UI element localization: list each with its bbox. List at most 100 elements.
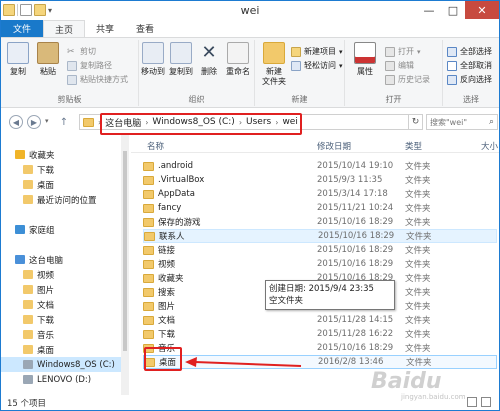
file-type: 文件夹: [405, 288, 431, 298]
file-type: 文件夹: [405, 316, 431, 326]
edit-button[interactable]: 编辑: [385, 60, 414, 71]
file-name: fancy: [158, 203, 182, 213]
easy-access-button[interactable]: 轻松访问 ▾: [291, 60, 343, 71]
folder-icon: [23, 180, 33, 189]
maximize-button[interactable]: □: [441, 1, 465, 19]
forward-button[interactable]: ▶: [27, 115, 41, 129]
ribbon-tabs: 文件 主页 共享 查看: [1, 20, 499, 38]
navigation-pane: 收藏夹 下载 桌面 最近访问的位置 家庭组 这台电脑 视频 图片 文档 下载 音乐 桌面 Windows…: [1, 135, 129, 395]
move-to-button[interactable]: 移动到: [139, 42, 167, 77]
cut-button[interactable]: ✂ 剪切: [67, 46, 96, 57]
file-row[interactable]: 视频 2015/10/16 18:29 文件夹: [143, 257, 497, 271]
column-size[interactable]: 大小: [481, 140, 498, 152]
new-folder-icon: [263, 42, 285, 64]
file-row[interactable]: 下载 2015/11/28 16:22 文件夹: [143, 327, 497, 341]
invert-selection-button[interactable]: 反向选择: [447, 74, 492, 85]
nav-item[interactable]: 下载: [1, 312, 128, 327]
file-date: 2015/9/3 11:35: [317, 175, 383, 185]
select-none-button[interactable]: 全部取消: [447, 60, 492, 71]
select-none-icon: [447, 60, 457, 71]
open-icon: [385, 46, 395, 57]
baidu-watermark: Baidu: [371, 369, 442, 394]
nav-item[interactable]: 音乐: [1, 327, 128, 342]
history-button[interactable]: 历史记录: [385, 74, 430, 85]
file-row[interactable]: fancy 2015/11/21 10:24 文件夹: [143, 201, 497, 215]
tooltip-created-date: 创建日期: 2015/9/4 23:35: [269, 284, 374, 294]
delete-button[interactable]: ✕ 删除: [195, 42, 223, 77]
file-type: 文件夹: [405, 246, 431, 256]
tab-share[interactable]: 共享: [85, 20, 125, 37]
column-date[interactable]: 修改日期: [317, 140, 351, 152]
copy-to-button[interactable]: 复制到: [167, 42, 195, 77]
column-name[interactable]: 名称: [147, 140, 164, 152]
nav-scrollbar-thumb[interactable]: [123, 151, 127, 351]
home-icon: [15, 225, 25, 234]
file-type: 文件夹: [405, 302, 431, 312]
nav-item[interactable]: Windows8_OS (C:): [1, 357, 128, 372]
nav-item[interactable]: 家庭组: [1, 222, 128, 237]
file-row[interactable]: 联系人 2015/10/16 18:29 文件夹: [143, 229, 497, 243]
details-view-icon[interactable]: [467, 397, 477, 407]
nav-item-label: 家庭组: [29, 225, 55, 236]
file-row[interactable]: 链接 2015/10/16 18:29 文件夹: [143, 243, 497, 257]
rename-button[interactable]: 重命名: [223, 42, 253, 77]
nav-item[interactable]: LENOVO (D:): [1, 372, 128, 387]
column-type[interactable]: 类型: [405, 140, 422, 152]
clipboard-label: 剪贴板: [57, 95, 82, 104]
file-name: .android: [158, 161, 193, 171]
folder-icon: [23, 195, 33, 204]
file-date: 2015/10/14 19:10: [317, 161, 394, 171]
large-icons-view-icon[interactable]: [481, 397, 491, 407]
tab-home[interactable]: 主页: [43, 20, 86, 37]
file-row[interactable]: 文档 2015/11/28 14:15 文件夹: [143, 313, 497, 327]
new-item-icon: [291, 46, 301, 57]
refresh-button[interactable]: ↻: [409, 114, 423, 130]
search-input[interactable]: 搜索"wei" ⌕: [426, 114, 498, 130]
move-to-icon: [142, 42, 164, 64]
back-button[interactable]: ◀: [9, 115, 23, 129]
folder-icon: [143, 273, 154, 283]
open-button[interactable]: 打开 ▾: [385, 46, 421, 57]
nav-item[interactable]: 桌面: [1, 342, 128, 357]
file-row[interactable]: AppData 2015/3/14 17:18 文件夹: [143, 187, 497, 201]
nav-item-label: 下载: [37, 315, 55, 326]
paste-shortcut-button[interactable]: 粘贴快捷方式: [67, 74, 128, 85]
properties-button[interactable]: 属性: [351, 42, 379, 77]
minimize-button[interactable]: —: [417, 1, 441, 19]
file-row[interactable]: .VirtualBox 2015/9/3 11:35 文件夹: [143, 173, 497, 187]
explorer-window: ▾ wei — □ ✕ 文件 主页 共享 查看 复制 粘贴 ✂ 剪切 复制路径 …: [0, 0, 500, 411]
nav-item[interactable]: 图片: [1, 282, 128, 297]
file-row[interactable]: 音乐 2015/10/16 18:29 文件夹: [143, 341, 497, 355]
up-button[interactable]: ↑: [57, 115, 71, 129]
file-row[interactable]: 保存的游戏 2015/10/16 18:29 文件夹: [143, 215, 497, 229]
folder-icon: [23, 330, 33, 339]
file-name: AppData: [158, 189, 195, 199]
file-type: 文件夹: [405, 330, 431, 340]
copy-icon: [7, 42, 29, 64]
nav-item-label: 文档: [37, 300, 55, 311]
close-button[interactable]: ✕: [465, 1, 499, 19]
copy-path-button[interactable]: 复制路径: [67, 60, 112, 71]
nav-item[interactable]: 桌面: [1, 177, 128, 192]
file-type: 文件夹: [405, 162, 431, 172]
tab-view[interactable]: 查看: [125, 20, 165, 37]
edit-icon: [385, 60, 395, 71]
file-row[interactable]: .android 2015/10/14 19:10 文件夹: [143, 159, 497, 173]
nav-item[interactable]: 文档: [1, 297, 128, 312]
recent-locations-icon[interactable]: ▾: [45, 117, 49, 125]
tab-file[interactable]: 文件: [1, 20, 44, 37]
new-group: 新建 文件夹 新建项目 ▾ 轻松访问 ▾ 新建: [255, 40, 345, 106]
nav-item[interactable]: 下载: [1, 162, 128, 177]
nav-item[interactable]: 最近访问的位置: [1, 192, 128, 207]
select-all-button[interactable]: 全部选择: [447, 46, 492, 57]
nav-item[interactable]: 视频: [1, 267, 128, 282]
new-item-button[interactable]: 新建项目 ▾: [291, 46, 343, 57]
new-folder-button[interactable]: 新建 文件夹: [259, 42, 289, 87]
nav-item[interactable]: 这台电脑: [1, 252, 128, 267]
nav-item[interactable]: 收藏夹: [1, 147, 128, 162]
folder-icon: [143, 175, 154, 185]
copy-button[interactable]: 复制: [3, 42, 33, 77]
paste-button[interactable]: 粘贴: [33, 42, 63, 77]
organize-label: 组织: [188, 95, 205, 104]
nav-item-label: 桌面: [37, 345, 55, 356]
